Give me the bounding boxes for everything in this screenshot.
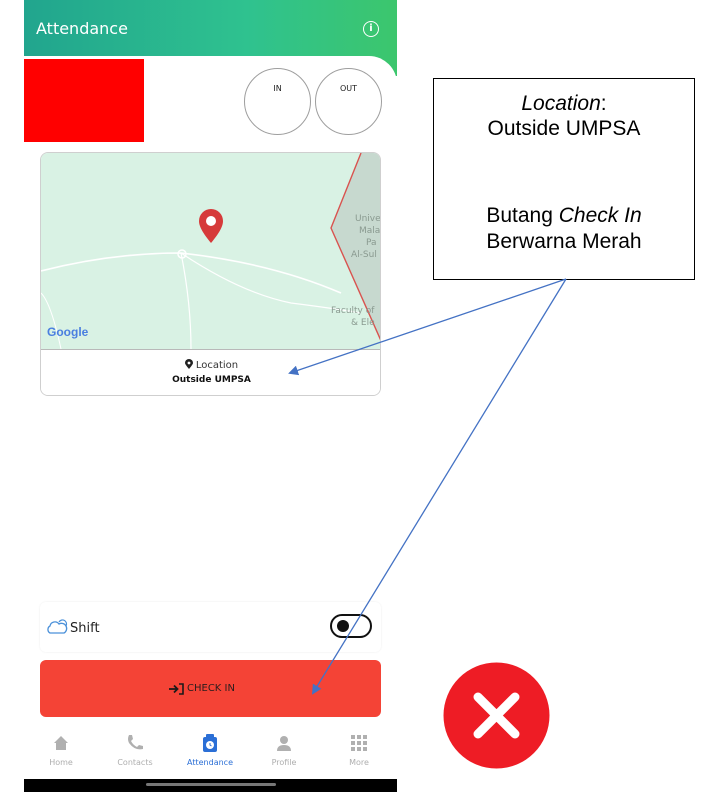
callout-location-value: Outside UMPSA: [487, 117, 641, 140]
google-logo: Google: [47, 325, 89, 339]
nav-label: Contacts: [117, 758, 153, 767]
phone-icon: [128, 735, 143, 750]
toggle-knob: [337, 620, 349, 632]
person-icon: [277, 736, 291, 751]
nav-item-more[interactable]: More: [329, 727, 389, 779]
info-icon[interactable]: i: [363, 21, 379, 37]
punch-out-label: OUT: [339, 84, 358, 93]
map-label: Mala: [359, 226, 380, 236]
location-card: Unive Mala Pa Al-Sul Faculty of & Ele Go…: [40, 152, 381, 396]
redacted-profile-block: [24, 59, 144, 142]
shift-row: Shift: [40, 602, 381, 652]
callout-colon: :: [600, 92, 607, 115]
page-title: Attendance: [36, 19, 128, 38]
shift-label: Shift: [70, 621, 100, 636]
annotation-callout: Location: Outside UMPSA Butang Check In …: [433, 78, 695, 280]
callout-button-italic: Check In: [558, 204, 642, 227]
nav-label: More: [349, 758, 369, 767]
location-marker-icon: [184, 359, 193, 369]
map-label: Al-Sul: [351, 250, 377, 260]
map-label: Pa: [366, 238, 377, 248]
map-label: Unive: [355, 214, 381, 224]
grid-icon: [351, 735, 367, 751]
map-canvas: Unive Mala Pa Al-Sul Faculty of & Ele Go…: [41, 153, 381, 350]
check-in-button[interactable]: CHECK IN: [40, 660, 381, 717]
location-info: Location Outside UMPSA: [41, 349, 380, 395]
callout-location-word: Location: [521, 92, 601, 115]
home-indicator[interactable]: [146, 783, 276, 786]
map-label: & Ele: [351, 318, 375, 328]
nav-label: Attendance: [187, 758, 233, 767]
nav-item-home[interactable]: Home: [31, 727, 91, 779]
phone-screen: Attendance i IN OUT Unive Mala Pa Al-Sul: [24, 0, 397, 792]
nav-item-profile[interactable]: Profile: [254, 727, 314, 779]
login-arrow-icon: [169, 683, 184, 695]
punch-in-label: IN: [273, 84, 282, 93]
location-value: Outside UMPSA: [172, 375, 251, 385]
punch-out-indicator[interactable]: OUT: [315, 68, 382, 135]
nav-item-contacts[interactable]: Contacts: [105, 727, 165, 779]
location-label: Location: [195, 360, 239, 371]
weather-cloud-icon: [47, 619, 68, 634]
bottom-navigation: Home Contacts Attendance Profile More: [24, 727, 397, 779]
nav-label: Home: [49, 758, 73, 767]
map-view[interactable]: Unive Mala Pa Al-Sul Faculty of & Ele Go…: [41, 153, 381, 350]
system-home-bar: [24, 779, 397, 792]
shift-toggle[interactable]: [330, 614, 372, 638]
callout-button-prefix: Butang: [486, 204, 559, 227]
map-label: Faculty of: [331, 306, 375, 316]
home-icon: [54, 736, 68, 750]
nav-item-attendance[interactable]: Attendance: [180, 727, 240, 779]
punch-in-indicator[interactable]: IN: [244, 68, 311, 135]
attendance-icon: [203, 734, 217, 752]
error-x-icon: [443, 662, 550, 769]
callout-button-suffix: Berwarna Merah: [486, 230, 642, 253]
check-in-label: CHECK IN: [187, 683, 235, 694]
nav-label: Profile: [271, 758, 297, 767]
